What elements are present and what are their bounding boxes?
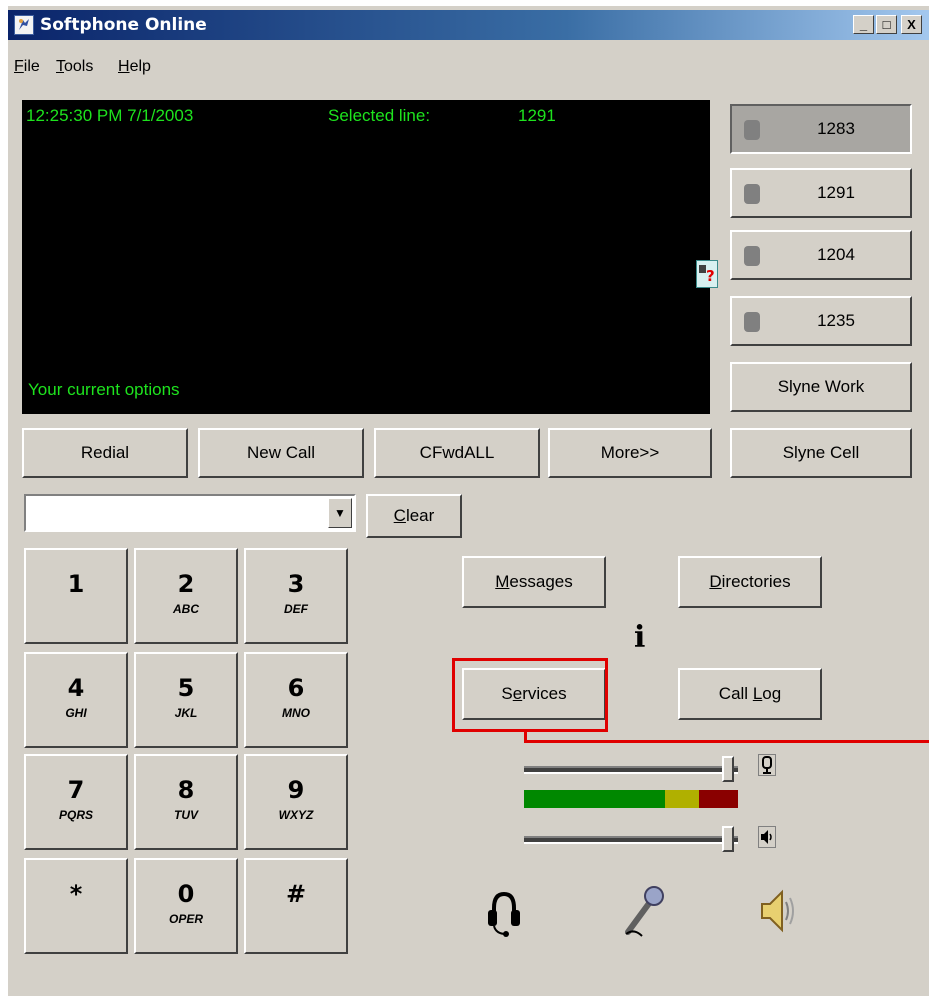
level-yellow-segment	[665, 790, 700, 808]
keypad-star[interactable]: *	[24, 858, 128, 954]
new-call-button[interactable]: New Call	[198, 428, 364, 478]
clear-button[interactable]: Clear	[366, 494, 462, 538]
microphone-level-icon	[758, 754, 776, 776]
minimize-button[interactable]: _	[853, 15, 874, 34]
selected-line-value: 1291	[518, 106, 556, 125]
speed-dial-slyne-work[interactable]: Slyne Work	[730, 362, 912, 412]
keypad-4[interactable]: 4 GHI	[24, 652, 128, 748]
keypad-9[interactable]: 9 WXYZ	[244, 754, 348, 850]
messages-button[interactable]: Messages	[462, 556, 606, 608]
microphone-icon[interactable]	[620, 884, 664, 940]
keypad-1[interactable]: 1	[24, 548, 128, 644]
line-button-1291[interactable]: 1291	[730, 168, 912, 218]
keypad-hash[interactable]: #	[244, 858, 348, 954]
current-options-text: Your current options	[28, 380, 180, 399]
call-log-button[interactable]: Call Log	[678, 668, 822, 720]
display-datetime: 12:25:30 PM 7/1/2003	[26, 106, 194, 125]
selected-line-label: Selected line:	[328, 106, 431, 125]
line-button-1235[interactable]: 1235	[730, 296, 912, 346]
menu-help[interactable]: Help	[118, 58, 151, 76]
maximize-button[interactable]: □	[876, 15, 897, 34]
phone-display: 12:25:30 PM 7/1/2003 Selected line: 1291…	[22, 100, 718, 414]
line-button-1204[interactable]: 1204	[730, 230, 912, 280]
close-button[interactable]: X	[901, 15, 922, 34]
dial-number-input[interactable]: ▼	[24, 494, 356, 532]
speaker-icon[interactable]	[758, 888, 798, 934]
keypad-0[interactable]: 0 OPER	[134, 858, 238, 954]
menu-tools[interactable]: Tools	[56, 58, 93, 76]
app-icon	[14, 15, 34, 35]
level-red-segment	[699, 790, 738, 808]
line-led-icon	[744, 246, 760, 266]
redial-button[interactable]: Redial	[22, 428, 188, 478]
level-green-segment	[524, 790, 666, 808]
line-button-1283[interactable]: 1283	[730, 104, 912, 154]
svg-text:?: ?	[706, 267, 715, 285]
cfwdall-button[interactable]: CFwdALL	[374, 428, 540, 478]
speaker-volume-thumb[interactable]	[721, 826, 734, 852]
title-bar[interactable]: Softphone Online _ □ X	[8, 10, 929, 40]
speaker-volume-slider[interactable]	[524, 836, 738, 844]
headset-icon[interactable]	[486, 888, 522, 938]
mic-volume-slider[interactable]	[524, 766, 738, 774]
status-question-icon: ?	[696, 260, 718, 288]
keypad-8[interactable]: 8 TUV	[134, 754, 238, 850]
info-icon: i	[634, 620, 646, 655]
annotation-line	[524, 740, 929, 743]
dropdown-arrow-icon[interactable]: ▼	[328, 498, 352, 528]
keypad-7[interactable]: 7 PQRS	[24, 754, 128, 850]
speed-dial-slyne-cell[interactable]: Slyne Cell	[730, 428, 912, 478]
line-led-icon	[744, 312, 760, 332]
directories-button[interactable]: Directories	[678, 556, 822, 608]
keypad-5[interactable]: 5 JKL	[134, 652, 238, 748]
keypad-2[interactable]: 2 ABC	[134, 548, 238, 644]
window-title: Softphone Online	[40, 15, 207, 35]
mic-volume-thumb[interactable]	[721, 756, 734, 782]
menu-file[interactable]: File	[14, 58, 40, 76]
line-led-icon	[744, 184, 760, 204]
speaker-level-icon	[758, 826, 776, 848]
more-button[interactable]: More>>	[548, 428, 712, 478]
keypad-6[interactable]: 6 MNO	[244, 652, 348, 748]
audio-level-meter	[524, 790, 738, 808]
line-led-icon	[744, 120, 760, 140]
keypad-3[interactable]: 3 DEF	[244, 548, 348, 644]
services-highlight-box	[452, 658, 608, 732]
